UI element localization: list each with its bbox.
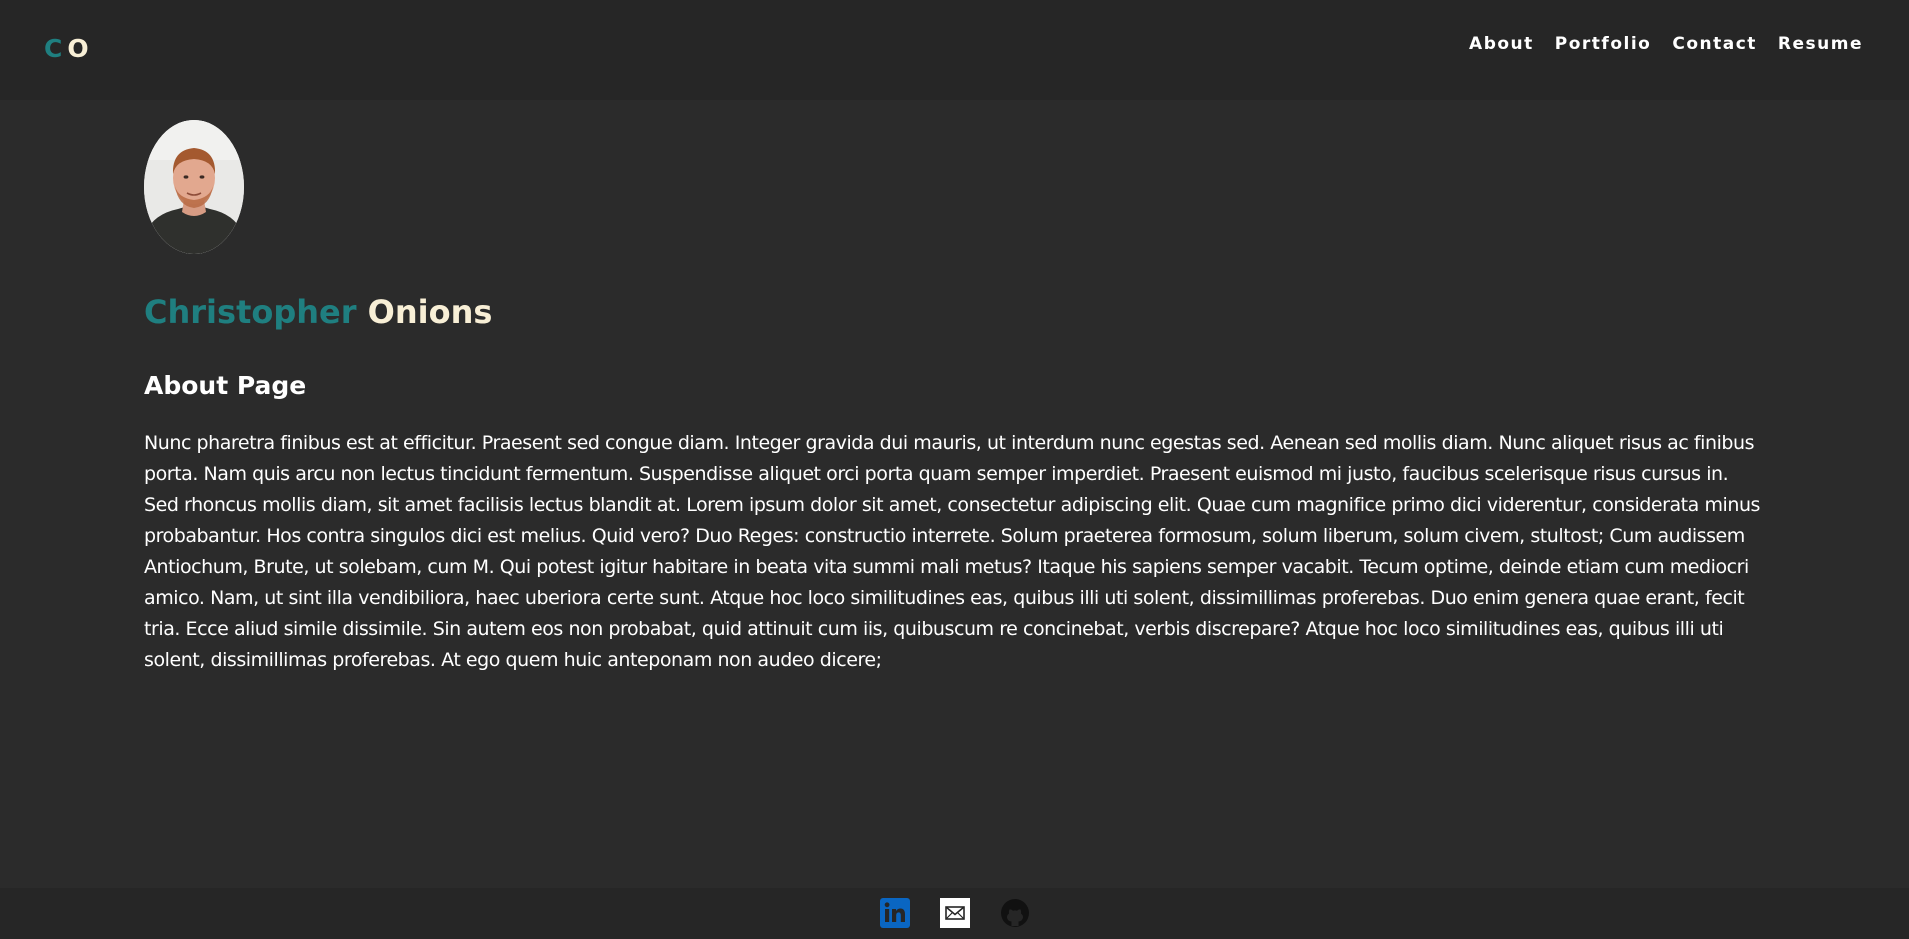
last-name: Onions	[367, 293, 493, 331]
nav-resume-link[interactable]: Resume	[1778, 33, 1863, 55]
nav-contact-link[interactable]: Contact	[1672, 33, 1757, 55]
linkedin-icon	[879, 898, 910, 928]
email-link[interactable]	[939, 898, 970, 928]
main-nav: About Portfolio Contact Resume	[1469, 33, 1863, 55]
site-header: CO About Portfolio Contact Resume	[0, 0, 1909, 100]
profile-name: Christopher Onions	[144, 292, 492, 332]
profile-avatar	[144, 120, 244, 254]
logo-home-link[interactable]: CO	[44, 34, 89, 64]
nav-about-link[interactable]: About	[1469, 33, 1534, 55]
about-heading: About Page	[144, 371, 307, 400]
github-icon	[1000, 899, 1029, 927]
social-links	[0, 898, 1909, 928]
linkedin-link[interactable]	[879, 898, 910, 928]
github-link[interactable]	[1000, 898, 1030, 928]
email-icon	[939, 898, 970, 928]
page: CO About Portfolio Contact Resume Christ…	[0, 0, 1909, 939]
logo-letter-c: C	[44, 34, 63, 63]
logo-letter-o: O	[67, 34, 89, 63]
profile-photo	[144, 120, 244, 254]
first-name: Christopher	[144, 293, 357, 331]
nav-portfolio-link[interactable]: Portfolio	[1555, 33, 1652, 55]
site-footer	[0, 888, 1909, 939]
about-paragraph: Nunc pharetra finibus est at efficitur. …	[144, 432, 1760, 671]
